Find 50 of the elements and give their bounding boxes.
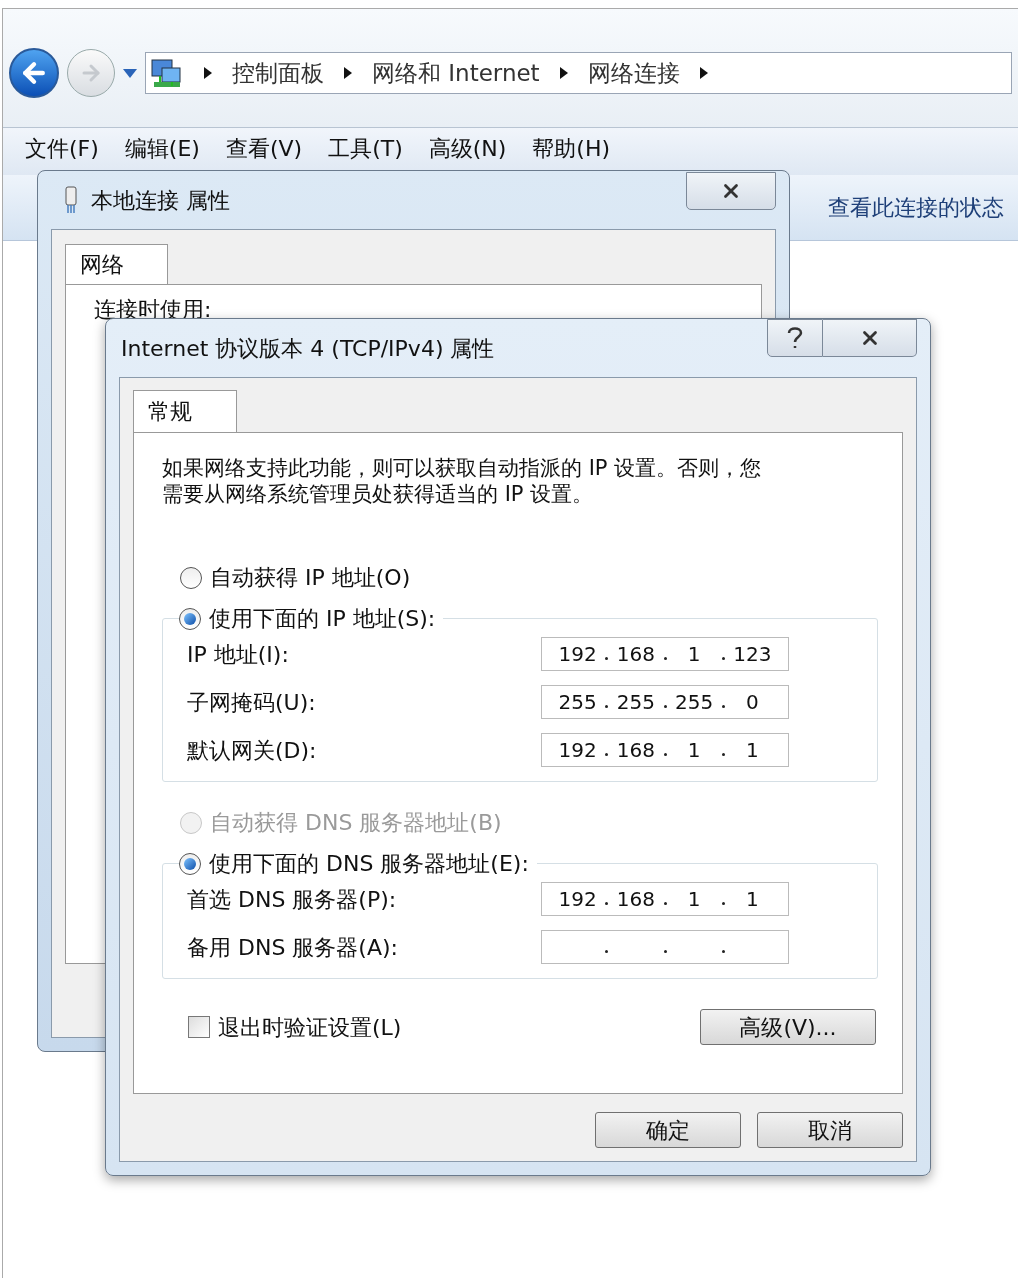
ip-address-field[interactable]: 192 168 1 123 bbox=[541, 637, 789, 671]
field-label: IP 地址(I): bbox=[187, 640, 289, 669]
ip-address-field[interactable]: 255 255 255 0 bbox=[541, 685, 789, 719]
menu-item[interactable]: 帮助(H) bbox=[532, 134, 611, 164]
radio-button[interactable] bbox=[179, 607, 201, 630]
ok-button[interactable]: 确定 bbox=[595, 1112, 741, 1148]
close-button[interactable] bbox=[823, 319, 917, 357]
checkbox-label: 退出时验证设置(L) bbox=[218, 1013, 402, 1042]
help-icon bbox=[786, 326, 804, 350]
network-adapter-icon bbox=[63, 186, 79, 214]
address-bar[interactable]: 控制面板 网络和 Internet 网络连接 bbox=[145, 52, 1012, 94]
breadcrumb-item[interactable]: 网络连接 bbox=[587, 55, 680, 91]
field-label: 子网掩码(U): bbox=[187, 688, 316, 717]
menu-item[interactable]: 工具(T) bbox=[328, 134, 403, 164]
breadcrumb-item[interactable]: 控制面板 bbox=[232, 55, 324, 91]
back-button[interactable] bbox=[9, 48, 59, 98]
view-status-link[interactable]: 查看此连接的状态 bbox=[828, 191, 1004, 224]
menu-item[interactable]: 高级(N) bbox=[428, 134, 507, 164]
intro-text: 如果网络支持此功能，则可以获取自动指派的 IP 设置。否则，您需要从网络系统管理员处获得适当的 IP 设置。 bbox=[162, 455, 763, 507]
radio-label: 使用下面的 IP 地址(S): bbox=[209, 605, 436, 633]
ip-address-field[interactable] bbox=[541, 930, 789, 964]
breadcrumb-arrow-icon[interactable] bbox=[559, 67, 568, 79]
radio-label: 自动获得 IP 地址(O) bbox=[210, 564, 411, 592]
dialog-title: Internet 协议版本 4 (TCP/IPv4) 属性 bbox=[121, 334, 495, 363]
ip-address-field[interactable]: 192 168 1 1 bbox=[541, 882, 789, 916]
help-button[interactable] bbox=[767, 319, 823, 357]
breadcrumb-item[interactable]: 网络和 Internet bbox=[372, 55, 540, 91]
radio-label: 使用下面的 DNS 服务器地址(E): bbox=[209, 850, 529, 878]
menu-item[interactable]: 查看(V) bbox=[225, 134, 303, 164]
radio-button[interactable] bbox=[180, 566, 202, 589]
field-label: 备用 DNS 服务器(A): bbox=[187, 933, 398, 962]
tab[interactable]: 网络 bbox=[65, 244, 168, 284]
close-button[interactable] bbox=[686, 172, 776, 210]
cancel-button[interactable]: 取消 bbox=[757, 1112, 903, 1148]
breadcrumb-arrow-icon[interactable] bbox=[344, 67, 352, 79]
checkbox[interactable] bbox=[188, 1016, 210, 1038]
dialog-title: 本地连接 属性 bbox=[91, 186, 230, 215]
network-folder-icon bbox=[150, 56, 184, 90]
field-label: 默认网关(D): bbox=[187, 736, 317, 765]
ip-address-field[interactable]: 192 168 1 1 bbox=[541, 733, 789, 767]
breadcrumb-arrow-icon[interactable] bbox=[204, 67, 212, 79]
field-label: 首选 DNS 服务器(P): bbox=[187, 885, 397, 914]
radio-button[interactable] bbox=[179, 852, 201, 875]
breadcrumb-arrow-icon[interactable] bbox=[699, 67, 708, 79]
menu-item[interactable]: 文件(F) bbox=[25, 134, 99, 164]
radio-label: 自动获得 DNS 服务器地址(B) bbox=[210, 809, 502, 837]
tab[interactable]: 常规 bbox=[133, 390, 237, 432]
advanced-button[interactable]: 高级(V)... bbox=[700, 1009, 876, 1045]
menu-item[interactable]: 编辑(E) bbox=[124, 134, 200, 164]
dropdown-caret-icon[interactable] bbox=[123, 68, 137, 78]
